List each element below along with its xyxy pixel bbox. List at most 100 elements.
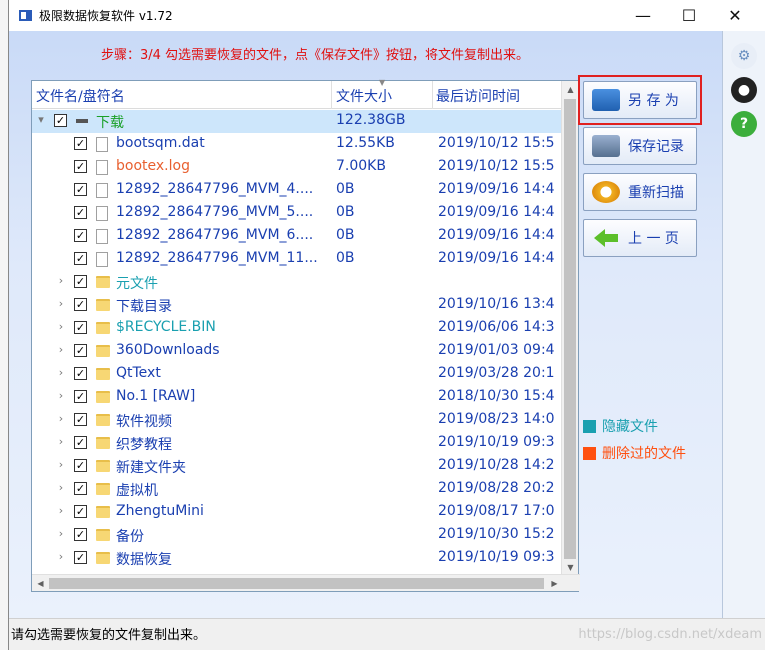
close-button[interactable]: ✕ bbox=[712, 0, 758, 31]
folder-row[interactable]: › ✓ QtText 2019/03/28 20:1 bbox=[32, 363, 562, 386]
scroll-right-icon[interactable]: ▶ bbox=[546, 575, 563, 592]
expand-icon[interactable]: › bbox=[56, 366, 66, 379]
vertical-scroll-thumb[interactable] bbox=[564, 99, 576, 559]
expand-icon[interactable]: › bbox=[56, 274, 66, 287]
prev-page-button[interactable]: 上 一 页 bbox=[583, 219, 697, 257]
maximize-button[interactable]: ☐ bbox=[666, 0, 712, 31]
expand-icon[interactable]: › bbox=[56, 412, 66, 425]
scroll-up-icon[interactable]: ▲ bbox=[562, 81, 579, 98]
row-checkbox[interactable]: ✓ bbox=[74, 459, 87, 472]
expand-icon[interactable]: › bbox=[56, 527, 66, 540]
row-checkbox[interactable]: ✓ bbox=[74, 482, 87, 495]
expand-icon[interactable]: › bbox=[56, 504, 66, 517]
folder-row[interactable]: › ✓ 备份 2019/10/30 15:2 bbox=[32, 524, 562, 547]
expand-icon[interactable]: › bbox=[56, 320, 66, 333]
row-checkbox[interactable]: ✓ bbox=[74, 206, 87, 219]
minimize-button[interactable]: — bbox=[620, 0, 666, 31]
collapse-icon[interactable]: ▾ bbox=[36, 113, 46, 126]
file-row[interactable]: ✓ 12892_28647796_MVM_11... 0B 2019/09/16 14… bbox=[32, 248, 562, 271]
file-tree-view[interactable]: 文件名/盘符名 ▼ 文件大小 最后访问时间 ▾ ✓ 下载 122.38GB ✓ boots… bbox=[31, 78, 580, 592]
row-checkbox[interactable]: ✓ bbox=[74, 551, 87, 564]
status-text: 请勾选需要恢复的文件复制出来。 bbox=[11, 628, 207, 643]
folder-row[interactable]: › ✓ 360Downloads 2019/01/03 09:4 bbox=[32, 340, 562, 363]
row-checkbox[interactable]: ✓ bbox=[74, 367, 87, 380]
save-log-button[interactable]: 保存记录 bbox=[583, 127, 697, 165]
row-size: 0B bbox=[336, 250, 355, 266]
expand-icon[interactable]: › bbox=[56, 458, 66, 471]
folder-row[interactable]: › ✓ $RECYCLE.BIN 2019/06/06 14:3 bbox=[32, 317, 562, 340]
column-date-header[interactable]: 最后访问时间 bbox=[436, 86, 520, 106]
row-checkbox[interactable]: ✓ bbox=[54, 114, 67, 127]
row-checkbox[interactable]: ✓ bbox=[74, 413, 87, 426]
file-icon bbox=[96, 229, 108, 244]
row-date: 2019/06/06 14:3 bbox=[438, 319, 555, 335]
file-row[interactable]: ✓ bootex.log 7.00KB 2019/10/12 15:5 bbox=[32, 156, 562, 179]
column-name-header[interactable]: 文件名/盘符名 bbox=[36, 86, 125, 106]
folder-row[interactable]: › ✓ No.1 [RAW] 2018/10/30 15:4 bbox=[32, 386, 562, 409]
file-row[interactable]: ✓ bootsqm.dat 12.55KB 2019/10/12 15:5 bbox=[32, 133, 562, 156]
scroll-left-icon[interactable]: ◀ bbox=[32, 575, 49, 592]
folder-row[interactable]: › ✓ 织梦教程 2019/10/19 09:3 bbox=[32, 432, 562, 455]
drive-row[interactable]: ▾ ✓ 下载 122.38GB bbox=[32, 110, 562, 133]
row-date: 2019/10/28 14:2 bbox=[438, 457, 555, 473]
expand-icon[interactable]: › bbox=[56, 435, 66, 448]
row-date: 2019/08/17 17:0 bbox=[438, 503, 555, 519]
folder-row[interactable]: › ✓ 软件视频 2019/08/23 14:0 bbox=[32, 409, 562, 432]
file-row[interactable]: ✓ 12892_28647796_MVM_5.... 0B 2019/09/16 14… bbox=[32, 202, 562, 225]
expand-icon[interactable]: › bbox=[56, 297, 66, 310]
settings-icon[interactable]: ⚙ bbox=[731, 43, 757, 69]
folder-row[interactable]: › ✓ 数据恢复 2019/10/19 09:3 bbox=[32, 547, 562, 570]
folder-icon bbox=[96, 552, 110, 564]
save-as-button[interactable]: 另 存 为 bbox=[583, 81, 697, 119]
camera-icon bbox=[592, 135, 620, 157]
title-bar[interactable]: 极限数据恢复软件 v1.72 — ☐ ✕ bbox=[9, 0, 765, 31]
row-checkbox[interactable]: ✓ bbox=[74, 505, 87, 518]
row-checkbox[interactable]: ✓ bbox=[74, 275, 87, 288]
row-name: 12892_28647796_MVM_6.... bbox=[116, 227, 314, 243]
row-date: 2019/10/19 09:3 bbox=[438, 434, 555, 450]
folder-row[interactable]: › ✓ 新建文件夹 2019/10/28 14:2 bbox=[32, 455, 562, 478]
file-row[interactable]: ✓ 12892_28647796_MVM_4.... 0B 2019/09/16 14… bbox=[32, 179, 562, 202]
row-checkbox[interactable]: ✓ bbox=[74, 183, 87, 196]
row-checkbox[interactable]: ✓ bbox=[74, 137, 87, 150]
expand-icon[interactable]: › bbox=[56, 550, 66, 563]
row-name: 12892_28647796_MVM_5.... bbox=[116, 204, 314, 220]
row-name: 元文件 bbox=[116, 276, 158, 292]
row-checkbox[interactable]: ✓ bbox=[74, 298, 87, 311]
folder-row[interactable]: › ✓ ZhengtuMini 2019/08/17 17:0 bbox=[32, 501, 562, 524]
file-icon bbox=[96, 137, 108, 152]
folder-icon bbox=[96, 322, 110, 334]
folder-row[interactable]: › ✓ 虚拟机 2019/08/28 20:2 bbox=[32, 478, 562, 501]
expand-icon[interactable]: › bbox=[56, 389, 66, 402]
qq-icon[interactable]: ● bbox=[731, 77, 757, 103]
row-checkbox[interactable]: ✓ bbox=[74, 321, 87, 334]
help-icon[interactable]: ? bbox=[731, 111, 757, 137]
row-checkbox[interactable]: ✓ bbox=[74, 390, 87, 403]
column-header: 文件名/盘符名 ▼ 文件大小 最后访问时间 bbox=[32, 78, 562, 109]
row-date: 2019/09/16 14:4 bbox=[438, 227, 555, 243]
row-checkbox[interactable]: ✓ bbox=[74, 252, 87, 265]
folder-row[interactable]: › ✓ 下载目录 2019/10/16 13:4 bbox=[32, 294, 562, 317]
legend-deleted-label: 删除过的文件 bbox=[602, 446, 686, 462]
folder-icon bbox=[96, 506, 110, 518]
folder-row[interactable]: › ✓ 元文件 bbox=[32, 271, 562, 294]
file-row[interactable]: ✓ 12892_28647796_MVM_6.... 0B 2019/09/16 14… bbox=[32, 225, 562, 248]
row-date: 2019/01/03 09:4 bbox=[438, 342, 555, 358]
tree-rows: ▾ ✓ 下载 122.38GB ✓ bootsqm.dat 12.55KB 2019/10/1… bbox=[32, 110, 562, 576]
horizontal-scrollbar[interactable]: ◀ ▶ bbox=[32, 574, 580, 591]
rescan-button[interactable]: 重新扫描 bbox=[583, 173, 697, 211]
watermark-text: https://blog.csdn.net/xdeam bbox=[578, 627, 762, 642]
row-checkbox[interactable]: ✓ bbox=[74, 436, 87, 449]
horizontal-scroll-thumb[interactable] bbox=[49, 578, 544, 589]
row-name: 12892_28647796_MVM_11... bbox=[116, 250, 318, 266]
vertical-scrollbar[interactable]: ▲ ▼ bbox=[561, 81, 578, 576]
expand-icon[interactable]: › bbox=[56, 481, 66, 494]
row-checkbox[interactable]: ✓ bbox=[74, 160, 87, 173]
folder-icon bbox=[96, 529, 110, 541]
refresh-icon bbox=[592, 181, 620, 203]
column-size-header[interactable]: 文件大小 bbox=[336, 86, 392, 106]
expand-icon[interactable]: › bbox=[56, 343, 66, 356]
row-checkbox[interactable]: ✓ bbox=[74, 344, 87, 357]
row-checkbox[interactable]: ✓ bbox=[74, 528, 87, 541]
row-checkbox[interactable]: ✓ bbox=[74, 229, 87, 242]
